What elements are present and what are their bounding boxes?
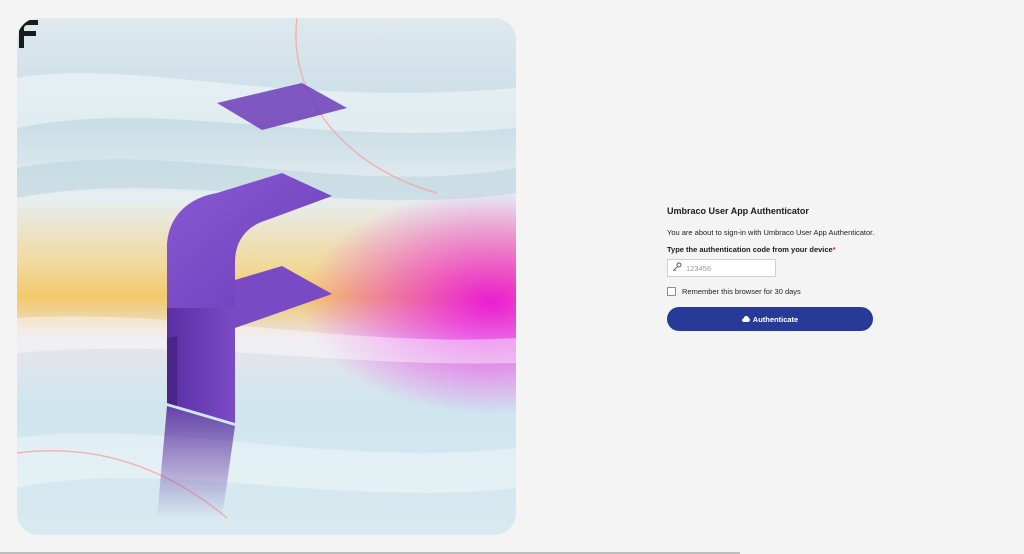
key-icon — [672, 262, 682, 272]
form-description: You are about to sign-in with Umbraco Us… — [667, 228, 875, 237]
authentication-code-input[interactable] — [684, 260, 774, 276]
authenticate-button[interactable]: Authenticate — [667, 307, 873, 331]
umbraco-f-logo-icon — [19, 20, 38, 48]
login-page: Umbraco User App Authenticator You are a… — [0, 0, 1024, 554]
hero-artwork — [17, 18, 516, 519]
remember-browser-label[interactable]: Remember this browser for 30 days — [682, 287, 801, 296]
code-field-label: Type the authentication code from your d… — [667, 245, 877, 254]
form-title: Umbraco User App Authenticator — [667, 206, 809, 216]
hero-image — [17, 18, 516, 535]
remember-browser-row[interactable]: Remember this browser for 30 days — [667, 287, 877, 296]
cloud-icon — [741, 316, 750, 322]
authenticate-button-label: Authenticate — [752, 314, 799, 324]
remember-browser-checkbox[interactable] — [667, 287, 676, 296]
authenticator-form: Umbraco User App Authenticator You are a… — [667, 206, 877, 331]
code-input-wrapper[interactable] — [667, 259, 776, 277]
code-field-label-text: Type the authentication code from your d… — [667, 245, 833, 254]
required-marker: * — [832, 245, 836, 254]
